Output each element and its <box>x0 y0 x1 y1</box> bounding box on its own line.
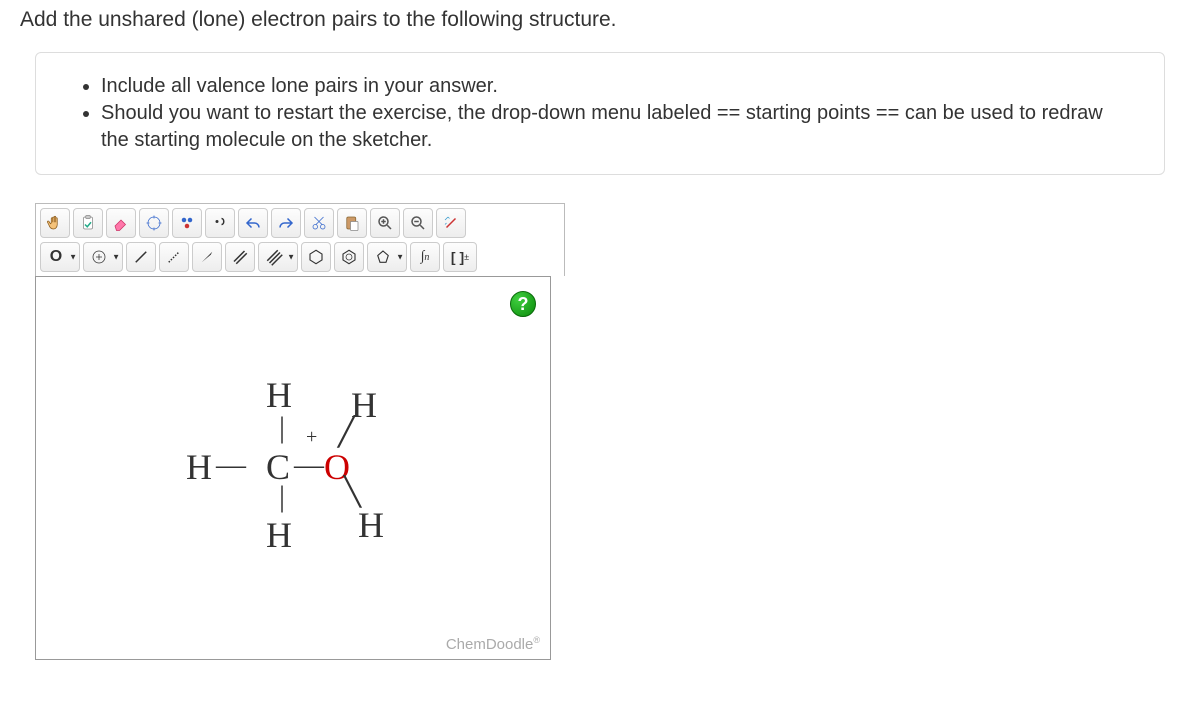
charge-plus: + <box>306 427 317 447</box>
single-bond-icon[interactable] <box>126 242 156 272</box>
ring-picker-icon[interactable]: ▼ <box>367 242 407 272</box>
eraser-icon[interactable] <box>106 208 136 238</box>
dotted-bond-icon[interactable] <box>159 242 189 272</box>
help-button[interactable]: ? <box>510 291 536 317</box>
atom-c: C <box>266 449 290 485</box>
wedge-bond-icon[interactable] <box>192 242 222 272</box>
clipboard-icon[interactable] <box>73 208 103 238</box>
instruction-item: Should you want to restart the exercise,… <box>101 100 1134 154</box>
atom-h: H <box>186 449 212 485</box>
triple-bond-icon[interactable]: ▼ <box>258 242 298 272</box>
bond-horizontal: — <box>216 450 244 480</box>
benzene-icon[interactable] <box>334 242 364 272</box>
radical-icon[interactable] <box>205 208 235 238</box>
bond-diagonal: ╱ <box>338 419 355 447</box>
atom-h: H <box>358 507 384 543</box>
toolbar: O ▼ ▼ ▼ <box>35 203 565 276</box>
watermark: ChemDoodle® <box>446 635 540 653</box>
toolbar-row-1 <box>38 206 562 240</box>
cyclohexane-icon[interactable] <box>301 242 331 272</box>
chevron-down-icon: ▼ <box>69 253 77 262</box>
sketcher-canvas[interactable]: ? H H | + ╱ H — C — O | ╲ H H <box>35 276 551 660</box>
clean-icon[interactable] <box>436 208 466 238</box>
zoom-out-icon[interactable] <box>403 208 433 238</box>
element-picker-button[interactable]: O ▼ <box>40 242 80 272</box>
hand-tool-icon[interactable] <box>40 208 70 238</box>
toolbar-row-2: O ▼ ▼ ▼ <box>38 240 562 274</box>
integral-icon[interactable]: ∫n <box>410 242 440 272</box>
zoom-in-icon[interactable] <box>370 208 400 238</box>
chevron-down-icon: ▼ <box>287 253 295 262</box>
center-icon[interactable] <box>139 208 169 238</box>
chevron-down-icon: ▼ <box>112 253 120 262</box>
double-bond-icon[interactable] <box>225 242 255 272</box>
bond-diagonal: ╲ <box>344 479 361 507</box>
chevron-down-icon: ▼ <box>396 253 404 262</box>
bracket-icon[interactable]: [ ]± <box>443 242 477 272</box>
charge-picker-button[interactable]: ▼ <box>83 242 123 272</box>
paste-icon[interactable] <box>337 208 367 238</box>
question-title: Add the unshared (lone) electron pairs t… <box>20 8 1180 32</box>
sketcher-widget: O ▼ ▼ ▼ <box>35 203 565 660</box>
instruction-item: Include all valence lone pairs in your a… <box>101 73 1134 100</box>
element-label: O <box>50 248 62 266</box>
lone-pair-icon[interactable] <box>172 208 202 238</box>
instructions-box: Include all valence lone pairs in your a… <box>35 52 1165 175</box>
bond-horizontal: — <box>294 450 322 480</box>
bond-vertical: | <box>279 413 285 443</box>
redo-icon[interactable] <box>271 208 301 238</box>
atom-h: H <box>266 517 292 553</box>
atom-h: H <box>266 377 292 413</box>
bond-vertical: | <box>279 482 285 512</box>
undo-icon[interactable] <box>238 208 268 238</box>
cut-icon[interactable] <box>304 208 334 238</box>
